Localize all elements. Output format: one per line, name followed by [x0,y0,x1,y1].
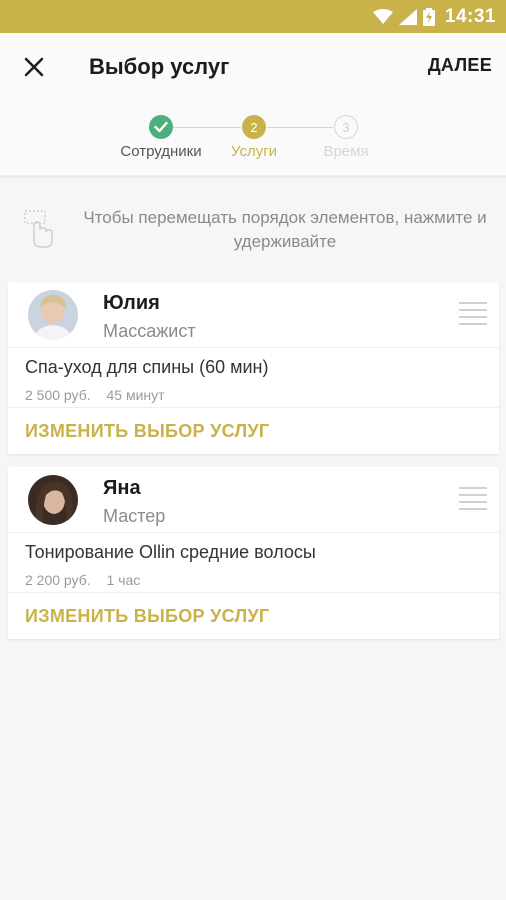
service-meta: 2 500 руб. 45 минут [25,387,165,403]
service-item: Тонирование Ollin средние волосы 2 200 р… [8,533,499,593]
service-meta: 2 200 руб. 1 час [25,572,140,588]
avatar [28,290,78,340]
step-label: Сотрудники [120,143,202,160]
employee-name: Яна [103,477,141,499]
check-icon [154,121,168,133]
service-price: 2 200 руб. [25,572,91,588]
change-services-button[interactable]: ИЗМЕНИТЬ ВЫБОР УСЛУГ [8,408,499,454]
avatar [28,475,78,525]
close-button[interactable] [14,47,54,87]
close-icon [24,57,44,76]
status-time: 14:31 [444,5,496,27]
status-bar: 14:31 [0,0,506,33]
employee-card: Яна Мастер Тонирование Ollin средние вол… [8,467,499,639]
service-item: Спа-уход для спины (60 мин) 2 500 руб. 4… [8,348,499,408]
employee-name: Юлия [103,292,160,314]
service-duration: 1 час [106,572,141,588]
employee-header: Юлия Массажист [8,282,499,348]
battery-icon [422,7,435,26]
step-label: Услуги [230,143,278,160]
status-icons: 14:31 [372,5,496,28]
change-services-button[interactable]: ИЗМЕНИТЬ ВЫБОР УСЛУГ [8,593,499,639]
step-number: 3 [334,115,358,139]
step-label: Время [323,143,369,160]
wifi-icon [372,8,393,24]
drag-handle-icon[interactable] [459,487,487,515]
touch-hold-icon [24,210,53,248]
step-done-circle [149,115,173,139]
service-duration: 45 минут [106,387,165,403]
stepper: Сотрудники 2 Услуги 3 Время [0,100,506,178]
page-title: Выбор услуг [89,53,230,79]
reorder-hint: Чтобы перемещать порядок элементов, нажм… [0,190,506,270]
signal-icon [398,8,417,25]
drag-handle-icon[interactable] [459,302,487,330]
service-price: 2 500 руб. [25,387,91,403]
service-name: Спа-уход для спины (60 мин) [25,357,269,377]
hint-text: Чтобы перемещать порядок элементов, нажм… [83,208,487,251]
step-number: 2 [242,115,266,139]
step-time[interactable]: 3 Время [286,115,406,160]
next-button[interactable]: ДАЛЕЕ [428,55,492,76]
employee-card: Юлия Массажист Спа-уход для спины (60 ми… [8,282,499,454]
app-bar: Выбор услуг ДАЛЕЕ [0,33,506,100]
service-name: Тонирование Ollin средние волосы [25,542,316,562]
employee-header: Яна Мастер [8,467,499,533]
employee-role: Мастер [103,506,166,526]
employee-role: Массажист [103,321,196,341]
